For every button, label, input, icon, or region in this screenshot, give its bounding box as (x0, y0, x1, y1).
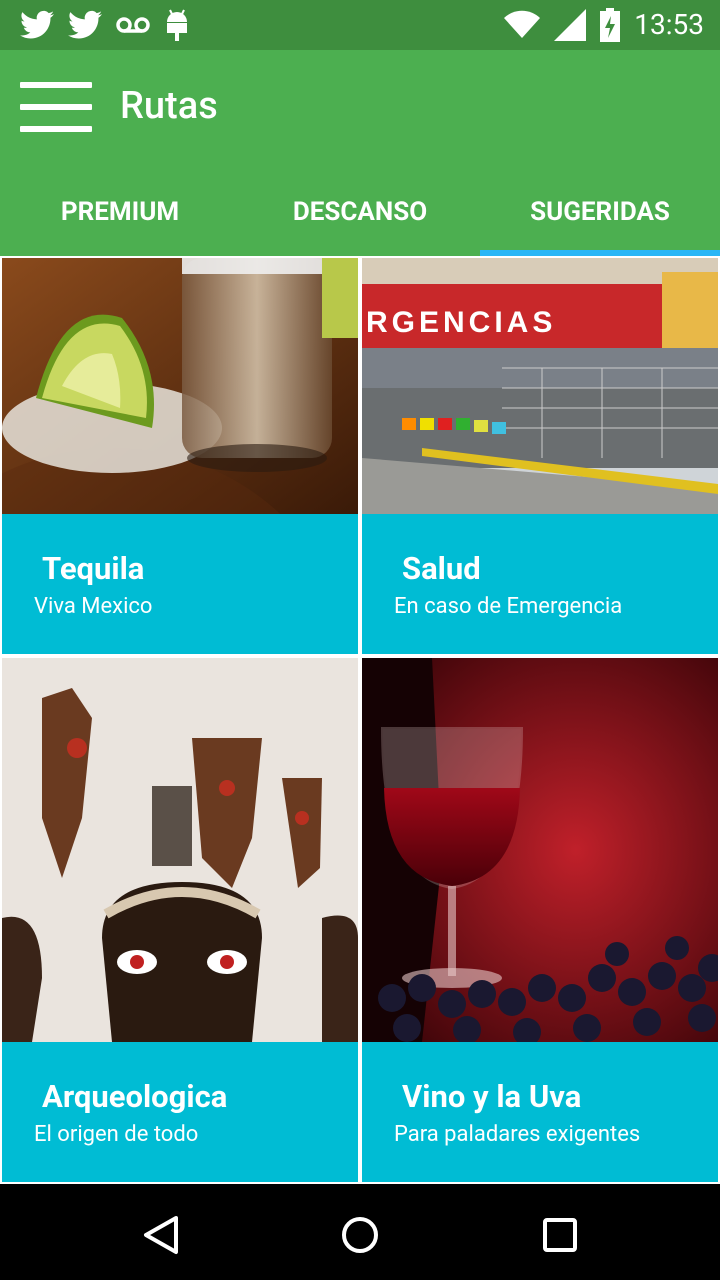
hamburger-menu-icon[interactable] (20, 82, 92, 132)
card-subtitle: El origen de todo (34, 1122, 199, 1147)
android-icon (167, 9, 187, 41)
twitter-icon (68, 10, 102, 39)
tab-premium[interactable]: PREMIUM (0, 178, 240, 256)
card-label: Tequila Viva Mexico (2, 514, 358, 654)
hospital-sign-text: RGENCIAS (366, 306, 556, 339)
route-card-arqueologica[interactable]: Arqueologica El origen de todo (2, 658, 358, 1182)
card-subtitle: Viva Mexico (34, 594, 153, 619)
clock: 13:53 (634, 8, 704, 41)
route-card-tequila[interactable]: Tequila Viva Mexico (2, 258, 358, 654)
tequila-image (2, 258, 358, 514)
route-card-vino[interactable]: Vino y la Uva Para paladares exigentes (362, 658, 718, 1182)
signal-icon (554, 9, 587, 41)
back-icon[interactable] (136, 1210, 186, 1260)
masks-image (2, 658, 358, 1042)
route-card-salud[interactable]: RGENCIAS Salud En caso de Emergencia (362, 258, 718, 654)
home-icon[interactable] (335, 1210, 385, 1260)
app-bar: Rutas PREMIUM DESCANSO SUGERIDAS (0, 50, 720, 256)
routes-grid: Tequila Viva Mexico RGENCIAS Salud En ca… (0, 258, 720, 1184)
status-bar: 13:53 (0, 0, 720, 50)
card-label: Vino y la Uva Para paladares exigentes (362, 1042, 718, 1182)
twitter-icon (20, 10, 54, 39)
tab-bar: PREMIUM DESCANSO SUGERIDAS (0, 178, 720, 256)
navigation-bar (0, 1184, 720, 1280)
recents-icon[interactable] (535, 1210, 585, 1260)
card-subtitle: Para paladares exigentes (394, 1122, 641, 1147)
card-title: Arqueologica (42, 1078, 228, 1115)
wine-image (362, 658, 718, 1042)
card-label: Salud En caso de Emergencia (362, 514, 718, 654)
wifi-icon (504, 10, 541, 39)
tab-sugeridas[interactable]: SUGERIDAS (480, 178, 720, 256)
card-subtitle: En caso de Emergencia (394, 594, 623, 619)
card-label: Arqueologica El origen de todo (2, 1042, 358, 1182)
battery-charging-icon (600, 8, 621, 42)
hospital-image: RGENCIAS (362, 258, 718, 514)
card-title: Salud (402, 550, 481, 587)
tab-descanso[interactable]: DESCANSO (240, 178, 480, 256)
page-title: Rutas (120, 84, 218, 128)
voicemail-icon (116, 17, 150, 33)
card-title: Tequila (42, 550, 145, 587)
card-title: Vino y la Uva (402, 1078, 582, 1115)
